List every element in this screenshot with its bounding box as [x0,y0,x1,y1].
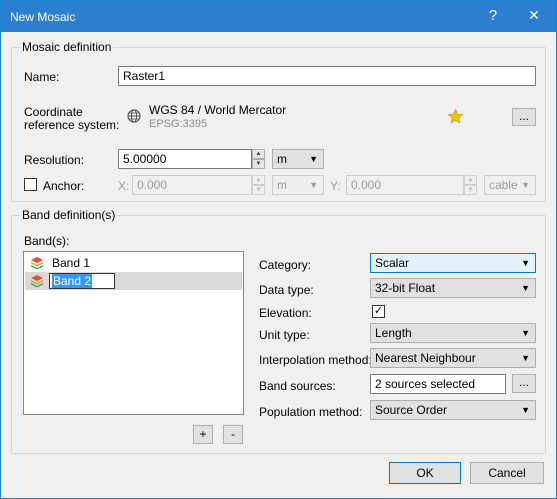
crs-name: WGS 84 / World Mercator [149,103,287,117]
close-icon[interactable]: ✕ [526,7,542,23]
new-mosaic-dialog: New Mosaic ? ✕ Mosaic definition Name: R… [0,0,557,499]
raster-layers-icon [30,274,44,288]
ok-button[interactable]: OK [389,462,461,484]
resolution-unit-value: m [277,152,287,166]
elevation-label: Elevation: [259,306,312,320]
anchor-x-input[interactable]: 0.000 [132,175,252,195]
anchor-x-label: X: [118,179,130,193]
datatype-select[interactable]: 32-bit Float ▼ [370,278,536,298]
datatype-label: Data type: [259,283,314,297]
resolution-unit-select[interactable]: m ▼ [272,149,324,169]
datatype-value: 32-bit Float [375,281,436,295]
interpolation-label: Interpolation method: [259,353,372,367]
anchor-x-spinner[interactable]: ▲ ▼ [252,175,265,195]
anchor-label: Anchor: [43,179,85,193]
add-band-button[interactable]: + [193,425,213,444]
name-input[interactable]: Raster1 [118,66,536,86]
dialog-title: New Mosaic [10,10,76,24]
resolution-down-icon[interactable]: ▼ [252,159,265,169]
chevron-down-icon: ▼ [309,180,318,190]
band-sources-label: Band sources: [259,379,336,393]
unittype-select[interactable]: Length ▼ [370,323,536,343]
category-value: Scalar [375,256,410,270]
band-item-label: Band 1 [52,256,91,270]
anchor-checkbox[interactable] [24,178,37,191]
anchor-x-down-icon[interactable]: ▼ [252,185,265,195]
crs-label-line2: reference system: [24,118,120,132]
elevation-checkbox[interactable]: ✓ [372,305,385,318]
interpolation-select[interactable]: Nearest Neighbour ▼ [370,348,536,368]
resolution-up-icon[interactable]: ▲ [252,149,265,159]
globe-icon [127,109,141,123]
band-definition-legend: Band definition(s) [22,208,116,222]
anchor-y-spinner[interactable]: ▲ ▼ [464,175,477,195]
anchor-y-down-icon[interactable]: ▼ [464,185,477,195]
anchor-y-label: Y: [330,179,341,193]
check-icon: ✓ [373,305,384,317]
title-bar[interactable]: New Mosaic ? ✕ [1,1,556,32]
anchor-y-up-icon[interactable]: ▲ [464,175,477,185]
population-value: Source Order [375,403,448,417]
crs-browse-button[interactable]: ... [512,108,536,126]
resolution-label: Resolution: [24,153,85,167]
band-sources-input[interactable]: 2 sources selected [370,374,506,394]
anchor-y-unit-select[interactable]: cable ▼ [484,175,536,195]
remove-band-button[interactable]: - [223,425,243,444]
resolution-input[interactable]: 5.00000 [118,149,252,169]
band-rename-input[interactable]: Band 2 [49,273,115,289]
population-label: Population method: [259,405,363,419]
crs-code: EPSG:3395 [149,118,208,130]
anchor-x-unit-select[interactable]: m ▼ [272,175,324,195]
crs-label-line1: Coordinate [24,105,83,119]
chevron-down-icon: ▼ [521,258,530,268]
chevron-down-icon: ▼ [521,283,530,293]
anchor-x-up-icon[interactable]: ▲ [252,175,265,185]
band-item-label: Band 2 [52,274,93,288]
band-sources-button[interactable]: ... [512,374,536,393]
mosaic-definition-legend: Mosaic definition [22,40,112,54]
unittype-value: Length [375,326,412,340]
favorite-star-icon[interactable] [447,108,464,125]
cancel-button[interactable]: Cancel [470,462,544,484]
chevron-down-icon: ▼ [521,328,530,338]
anchor-x-unit-value: m [277,178,287,192]
bands-label: Band(s): [24,234,70,248]
name-label: Name: [24,70,60,84]
bands-list[interactable]: Band 1 Band 2 [23,251,244,415]
chevron-down-icon: ▼ [521,353,530,363]
resolution-spinner[interactable]: ▲ ▼ [252,149,265,169]
anchor-y-input[interactable]: 0.000 [346,175,464,195]
list-item[interactable]: Band 1 [25,254,242,272]
category-label: Category: [259,258,312,272]
list-item[interactable]: Band 2 [25,272,242,290]
help-icon[interactable]: ? [485,8,501,24]
interpolation-value: Nearest Neighbour [375,351,476,365]
chevron-down-icon: ▼ [309,154,318,164]
anchor-y-unit-value: cable [489,178,518,192]
population-select[interactable]: Source Order ▼ [370,400,536,420]
category-select[interactable]: Scalar ▼ [370,253,536,273]
chevron-down-icon: ▼ [521,180,530,190]
raster-layers-icon [30,256,44,270]
unittype-label: Unit type: [259,328,310,342]
chevron-down-icon: ▼ [521,405,530,415]
